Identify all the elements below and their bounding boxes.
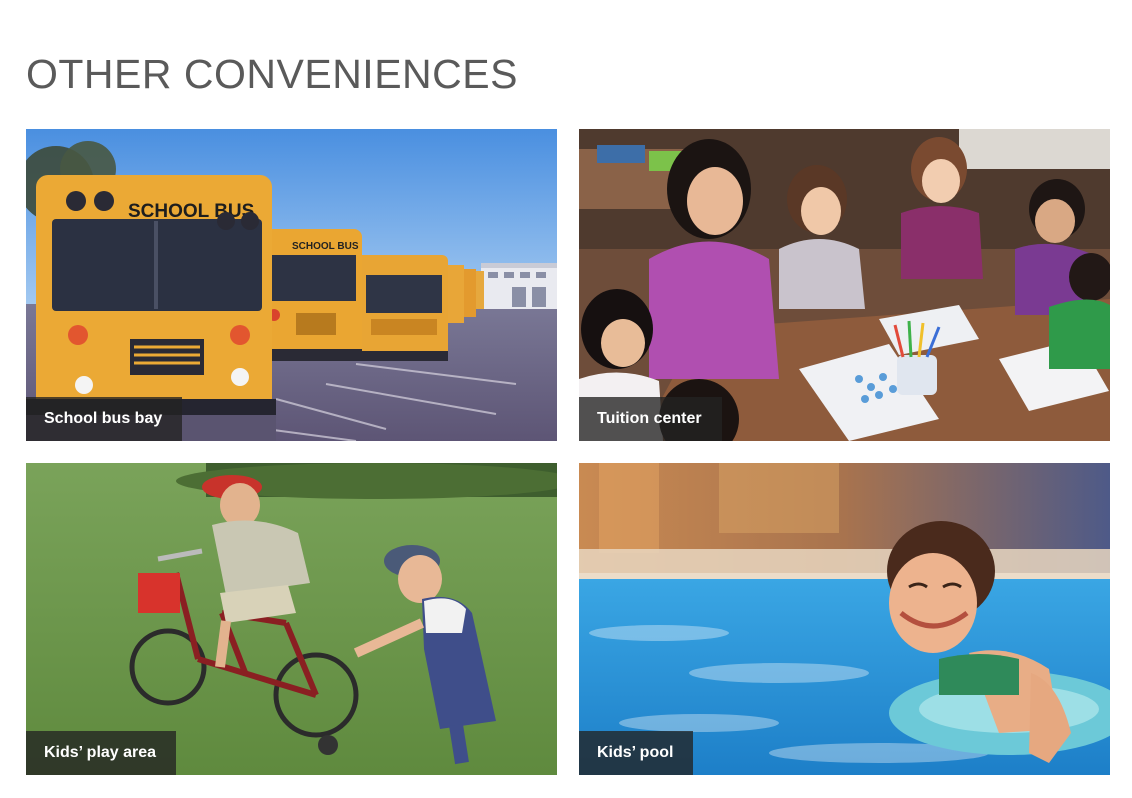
svg-text:SCHOOL BUS: SCHOOL BUS xyxy=(292,241,359,252)
page-title: OTHER CONVENIENCES xyxy=(26,51,518,97)
school-bus-bay-card: SCHOOL BUS SCHOOL BUS School bus bay xyxy=(26,129,557,441)
page: OTHER CONVENIENCES SCHOOL BUS SCHOOL BUS… xyxy=(0,0,1132,798)
tile-caption: Kids’ play area xyxy=(26,731,177,775)
kids-pool-card: Kids’ pool xyxy=(579,463,1110,775)
tuition-center-card: Tuition center xyxy=(579,129,1110,441)
tile-caption: Kids’ pool xyxy=(579,731,694,775)
children-drawing-with-teacher-photo xyxy=(579,129,1110,441)
kids-play-area-card: Kids’ play area xyxy=(26,463,557,775)
kids-with-bicycle-on-lawn-photo xyxy=(26,463,557,775)
school-buses-photo: SCHOOL BUS SCHOOL BUS xyxy=(26,129,557,441)
tile-caption: Tuition center xyxy=(579,397,722,441)
bus-sign-text: SCHOOL BUS xyxy=(128,201,254,222)
girl-swimming-in-pool-photo xyxy=(579,463,1110,775)
tile-caption: School bus bay xyxy=(26,397,183,441)
